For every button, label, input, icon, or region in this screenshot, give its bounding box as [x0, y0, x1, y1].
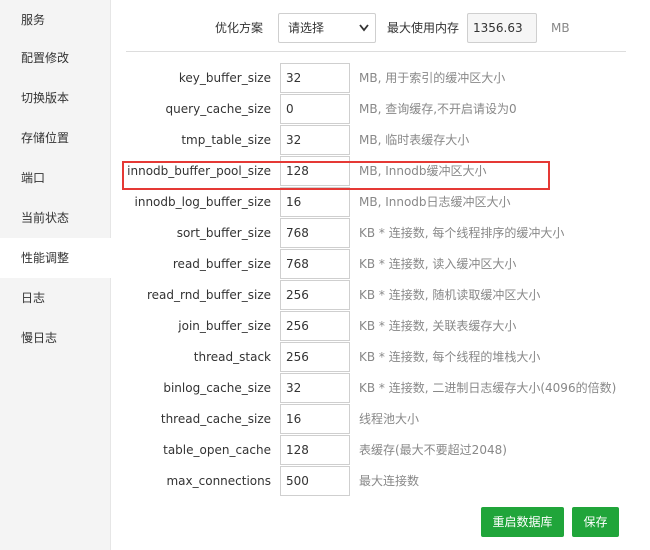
sidebar-item-status[interactable]: 当前状态 [0, 198, 111, 238]
performance-panel: 优化方案 请选择 最大使用内存 1356.63 MB key_buffer_si… [111, 0, 650, 550]
param-description: KB * 连接数, 关联表缓存大小 [359, 319, 517, 333]
param-row: max_connections 500 最大连接数 [111, 466, 650, 496]
scheme-select-value: 请选择 [288, 21, 325, 35]
param-label: tmp_table_size [181, 133, 271, 147]
param-label: sort_buffer_size [176, 226, 271, 240]
divider [126, 51, 626, 52]
param-description: KB * 连接数, 读入缓冲区大小 [359, 257, 517, 271]
param-label: join_buffer_size [178, 319, 271, 333]
save-button[interactable]: 保存 [572, 507, 619, 537]
sidebar-item-performance[interactable]: 性能调整 [0, 238, 112, 278]
param-description: 表缓存(最大不要超过2048) [359, 443, 507, 457]
param-description: 最大连接数 [359, 474, 420, 488]
param-description: 线程池大小 [359, 412, 420, 426]
param-row: read_rnd_buffer_size 256 KB * 连接数, 随机读取缓… [111, 280, 650, 310]
param-row: key_buffer_size 32 MB, 用于索引的缓冲区大小 [111, 63, 650, 93]
param-input[interactable]: 32 [280, 63, 350, 93]
param-description: MB, 用于索引的缓冲区大小 [359, 71, 506, 85]
param-input[interactable]: 16 [280, 404, 350, 434]
restart-database-button[interactable]: 重启数据库 [481, 507, 564, 537]
param-label: thread_stack [193, 350, 271, 364]
param-row: join_buffer_size 256 KB * 连接数, 关联表缓存大小 [111, 311, 650, 341]
max-memory-unit: MB [551, 21, 570, 35]
param-description: MB, 查询缓存,不开启请设为0 [359, 102, 517, 116]
param-row: read_buffer_size 768 KB * 连接数, 读入缓冲区大小 [111, 249, 650, 279]
param-row: tmp_table_size 32 MB, 临时表缓存大小 [111, 125, 650, 155]
param-input[interactable]: 768 [280, 218, 350, 248]
param-input[interactable]: 32 [280, 373, 350, 403]
param-description: KB * 连接数, 每个线程排序的缓冲大小 [359, 226, 565, 240]
param-input[interactable]: 256 [280, 280, 350, 310]
param-description: MB, 临时表缓存大小 [359, 133, 470, 147]
max-memory-input[interactable]: 1356.63 [467, 13, 537, 43]
param-row: thread_stack 256 KB * 连接数, 每个线程的堆栈大小 [111, 342, 650, 372]
param-row: sort_buffer_size 768 KB * 连接数, 每个线程排序的缓冲… [111, 218, 650, 248]
param-label: read_buffer_size [172, 257, 271, 271]
param-input[interactable]: 32 [280, 125, 350, 155]
param-input[interactable]: 500 [280, 466, 350, 496]
sidebar-item-version[interactable]: 切换版本 [0, 78, 111, 118]
param-input[interactable]: 128 [280, 435, 350, 465]
param-row: innodb_log_buffer_size 16 MB, Innodb日志缓冲… [111, 187, 650, 217]
param-label: innodb_log_buffer_size [134, 195, 272, 209]
param-label: thread_cache_size [160, 412, 271, 426]
param-row: thread_cache_size 16 线程池大小 [111, 404, 650, 434]
param-label: key_buffer_size [178, 71, 271, 85]
sidebar-item-slow-log[interactable]: 慢日志 [0, 318, 111, 358]
chevron-down-icon [359, 24, 369, 32]
param-row: query_cache_size 0 MB, 查询缓存,不开启请设为0 [111, 94, 650, 124]
param-description: KB * 连接数, 随机读取缓冲区大小 [359, 288, 541, 302]
param-input[interactable]: 256 [280, 342, 350, 372]
param-label: query_cache_size [165, 102, 271, 116]
param-label: max_connections [166, 474, 271, 488]
param-description: MB, Innodb缓冲区大小 [359, 164, 487, 178]
param-description: KB * 连接数, 每个线程的堆栈大小 [359, 350, 541, 364]
param-description: KB * 连接数, 二进制日志缓存大小(4096的倍数) [359, 381, 617, 395]
param-label: binlog_cache_size [163, 381, 271, 395]
param-row: table_open_cache 128 表缓存(最大不要超过2048) [111, 435, 650, 465]
param-input[interactable]: 256 [280, 311, 350, 341]
scheme-select[interactable]: 请选择 [278, 13, 376, 43]
param-label: innodb_buffer_pool_size [127, 164, 271, 178]
param-input[interactable]: 768 [280, 249, 350, 279]
param-label: table_open_cache [163, 443, 271, 457]
param-row: innodb_buffer_pool_size 128 MB, Innodb缓冲… [111, 156, 650, 186]
param-input[interactable]: 128 [280, 156, 350, 186]
sidebar-item-service[interactable]: 服务 [0, 0, 111, 40]
param-input[interactable]: 0 [280, 94, 350, 124]
scheme-label: 优化方案 [215, 21, 264, 35]
param-label: read_rnd_buffer_size [146, 288, 271, 302]
sidebar-item-storage[interactable]: 存储位置 [0, 118, 111, 158]
max-memory-label: 最大使用内存 [387, 21, 460, 35]
sidebar: 服务 配置修改 切换版本 存储位置 端口 当前状态 性能调整 日志 慢日志 [0, 0, 112, 550]
param-description: MB, Innodb日志缓冲区大小 [359, 195, 511, 209]
sidebar-item-config[interactable]: 配置修改 [0, 38, 111, 78]
param-row: binlog_cache_size 32 KB * 连接数, 二进制日志缓存大小… [111, 373, 650, 403]
param-input[interactable]: 16 [280, 187, 350, 217]
sidebar-item-log[interactable]: 日志 [0, 278, 111, 318]
sidebar-item-port[interactable]: 端口 [0, 158, 111, 198]
